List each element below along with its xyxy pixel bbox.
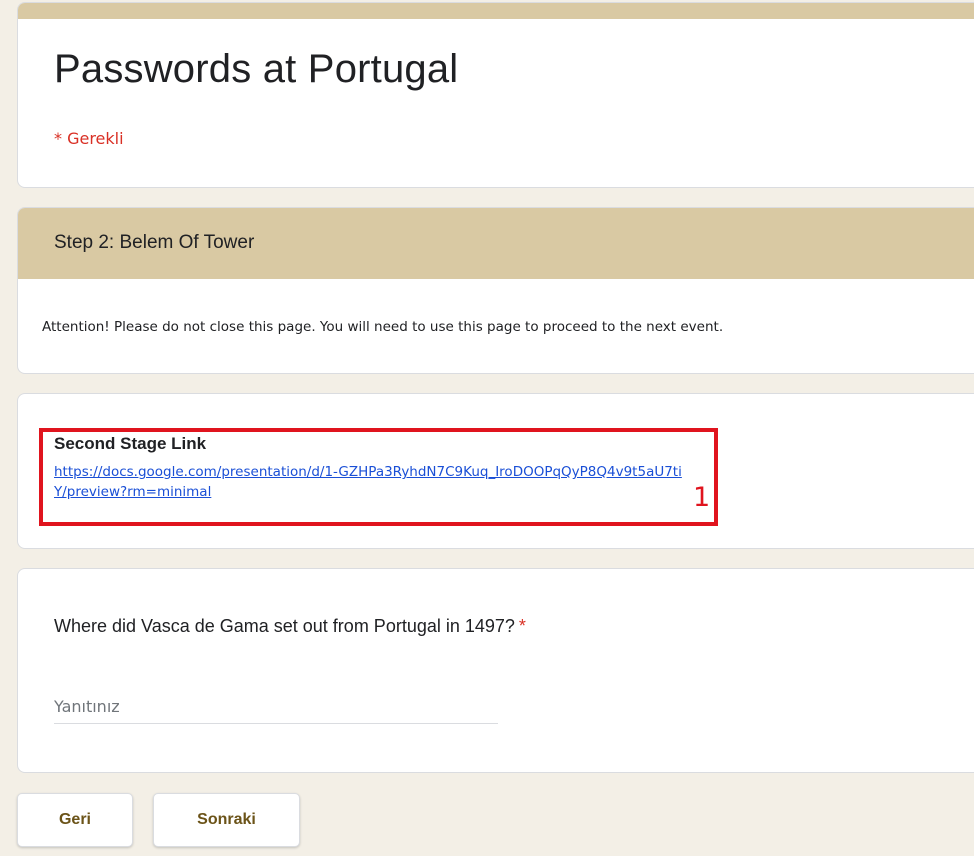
- link-item-label: Second Stage Link: [54, 434, 207, 453]
- annotation-marker-number: 1: [693, 482, 711, 513]
- form-title: Passwords at Portugal: [54, 47, 459, 91]
- section-description: Attention! Please do not close this page…: [42, 319, 724, 335]
- question-text: Where did Vasca de Gama set out from Por…: [54, 616, 515, 636]
- answer-input[interactable]: [54, 689, 498, 724]
- form-page: Passwords at Portugal * Gerekli Step 2: …: [0, 0, 974, 856]
- question-card: Where did Vasca de Gama set out from Por…: [17, 568, 974, 773]
- section-card: Step 2: Belem Of Tower Attention! Please…: [17, 207, 974, 374]
- back-button[interactable]: Geri: [17, 793, 133, 847]
- section-title: Step 2: Belem Of Tower: [54, 232, 255, 253]
- theme-color-strip: [18, 3, 974, 19]
- required-asterisk: *: [518, 616, 526, 636]
- link-item-card: Second Stage Link https://docs.google.co…: [17, 393, 974, 549]
- next-button[interactable]: Sonraki: [153, 793, 300, 847]
- form-title-card: Passwords at Portugal * Gerekli: [17, 2, 974, 188]
- required-note: * Gerekli: [54, 129, 124, 148]
- section-header: Step 2: Belem Of Tower: [18, 208, 974, 279]
- question-title: Where did Vasca de Gama set out from Por…: [54, 616, 526, 637]
- second-stage-link[interactable]: https://docs.google.com/presentation/d/1…: [54, 462, 684, 502]
